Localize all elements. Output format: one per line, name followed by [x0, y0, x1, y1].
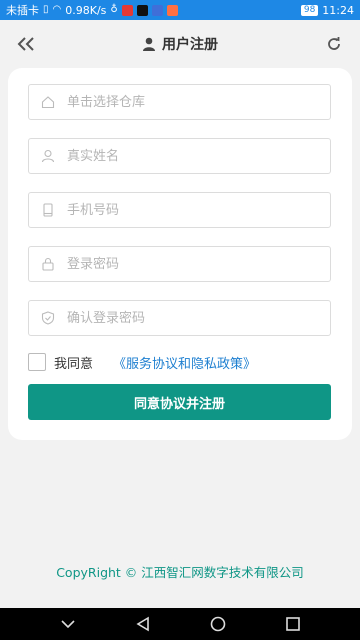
wifi-icon: ◠	[52, 4, 62, 15]
header: 用户注册	[0, 20, 360, 68]
double-chevron-left-icon	[17, 37, 34, 51]
refresh-icon	[328, 37, 340, 50]
app-notification-icon	[151, 4, 163, 16]
lock-icon	[29, 257, 67, 271]
page-title: 用户注册	[162, 37, 218, 53]
app-notification-icon	[166, 4, 178, 16]
confirm-password-input[interactable]	[67, 301, 330, 335]
sim-icon: ▯	[43, 4, 49, 15]
agree-checkbox[interactable]	[28, 353, 46, 371]
back-button[interactable]	[14, 32, 38, 56]
tiktok-icon	[136, 4, 148, 16]
title-wrap: 用户注册	[142, 34, 218, 54]
phone-icon	[29, 203, 67, 217]
confirm-password-field[interactable]	[28, 300, 331, 336]
status-bar: 未插卡 ▯ ◠ 0.98K/s ♁ 98 11:24	[0, 0, 360, 20]
refresh-button[interactable]	[322, 32, 346, 56]
copyright-text: CopyRight © 江西智汇网数字技术有限公司	[56, 565, 304, 580]
nav-collapse-button[interactable]	[56, 612, 80, 636]
network-speed: 0.98K/s	[65, 3, 107, 17]
password-field[interactable]	[28, 246, 331, 282]
clock: 11:24	[322, 3, 354, 17]
register-card: 我同意 《服务协议和隐私政策》 同意协议并注册	[8, 68, 352, 440]
warehouse-input[interactable]	[67, 85, 330, 119]
carrier-text: 未插卡	[6, 4, 39, 17]
phone-field[interactable]	[28, 192, 331, 228]
location-icon: ♁	[110, 4, 118, 15]
system-nav-bar	[0, 608, 360, 640]
nav-recents-button[interactable]	[281, 612, 305, 636]
triangle-back-icon	[135, 616, 149, 632]
agreement-row: 我同意 《服务协议和隐私政策》	[28, 352, 256, 372]
nav-home-button[interactable]	[206, 612, 230, 636]
register-button[interactable]: 同意协议并注册	[28, 384, 331, 420]
name-field[interactable]	[28, 138, 331, 174]
battery-icon: 98	[300, 4, 319, 16]
agree-label: 我同意	[54, 356, 94, 372]
square-recents-icon	[285, 617, 300, 631]
phone-input[interactable]	[67, 193, 330, 227]
name-input[interactable]	[67, 139, 330, 173]
warehouse-field[interactable]	[28, 84, 331, 120]
app-notification-icon	[121, 4, 133, 16]
nav-back-button[interactable]	[131, 612, 155, 636]
shield-icon	[29, 311, 67, 325]
circle-home-icon	[210, 616, 225, 632]
home-icon	[29, 95, 67, 109]
agreement-link[interactable]: 《服务协议和隐私政策》	[113, 353, 256, 372]
chevron-down-icon	[60, 620, 75, 629]
user-icon	[143, 37, 155, 51]
person-icon	[29, 149, 67, 163]
password-input[interactable]	[67, 247, 330, 281]
